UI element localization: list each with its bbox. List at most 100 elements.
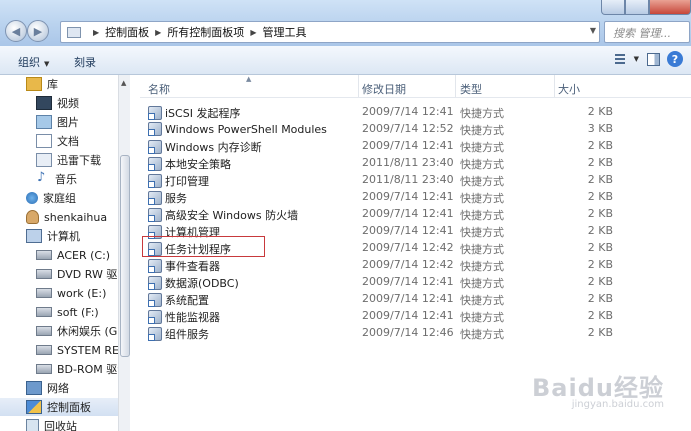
table-row[interactable]: 数据源(ODBC) 2009/7/14 12:41 快捷方式 2 KB xyxy=(140,273,685,290)
table-row[interactable]: Windows PowerShell Modules 2009/7/14 12:… xyxy=(140,120,685,137)
sidebar-scrollbar[interactable]: ▲ xyxy=(118,75,130,431)
sidebar-item-drive-c[interactable]: ACER (C:) xyxy=(0,246,118,264)
sidebar-item-pictures[interactable]: 图片 xyxy=(0,113,118,131)
user-icon xyxy=(26,210,39,224)
breadcrumb-chevron-icon[interactable]: ▶ xyxy=(250,28,256,37)
chevron-down-icon[interactable]: ▼ xyxy=(590,26,596,35)
address-bar[interactable]: ▶ 控制面板 ▶ 所有控制面板项 ▶ 管理工具 ▼ xyxy=(60,21,600,43)
sidebar-item-bd-rom[interactable]: BD-ROM 驱动 xyxy=(0,360,118,378)
column-divider[interactable] xyxy=(455,75,456,97)
network-icon xyxy=(26,381,42,395)
file-type: 快捷方式 xyxy=(460,294,504,307)
sidebar-item-recycle-bin[interactable]: 回收站 xyxy=(0,417,118,431)
forward-button[interactable]: ▶ xyxy=(27,20,49,42)
file-type: 快捷方式 xyxy=(460,328,504,341)
file-date: 2009/7/14 12:46 xyxy=(362,326,454,339)
search-input[interactable]: 搜索 管理... xyxy=(604,21,690,43)
column-header-size[interactable]: 大小 xyxy=(558,81,580,97)
file-size: 2 KB xyxy=(587,207,613,220)
sidebar-item-thunder-downloads[interactable]: 迅雷下载 xyxy=(0,151,118,169)
sidebar-item-label: 网络 xyxy=(47,382,69,395)
burn-label: 刻录 xyxy=(74,56,96,69)
bd-drive-icon xyxy=(36,364,52,374)
sidebar-item-computer[interactable]: 计算机 xyxy=(0,227,118,245)
preview-pane-icon[interactable] xyxy=(645,51,661,67)
drive-icon xyxy=(36,307,52,317)
file-size: 2 KB xyxy=(587,241,613,254)
dvd-drive-icon xyxy=(36,269,52,279)
table-row[interactable]: 服务 2009/7/14 12:41 快捷方式 2 KB xyxy=(140,188,685,205)
table-row[interactable]: 事件查看器 2009/7/14 12:42 快捷方式 2 KB xyxy=(140,256,685,273)
file-date: 2009/7/14 12:41 xyxy=(362,292,454,305)
maximize-button[interactable] xyxy=(625,0,649,15)
sidebar-item-videos[interactable]: 视频 xyxy=(0,94,118,112)
breadcrumb-chevron-icon[interactable]: ▶ xyxy=(93,28,99,37)
organize-button[interactable]: 组织 ▼ xyxy=(18,54,49,70)
file-name: Windows 内存诊断 xyxy=(165,141,262,154)
minimize-button[interactable] xyxy=(601,0,625,15)
breadcrumb-control-panel[interactable]: 控制面板 xyxy=(105,24,149,40)
watermark-brand: Baidu经验 xyxy=(532,374,664,402)
print-management-icon xyxy=(148,174,162,188)
file-size: 3 KB xyxy=(587,122,613,135)
column-header-type[interactable]: 类型 xyxy=(460,81,482,97)
chevron-down-icon[interactable]: ▼ xyxy=(634,55,639,63)
table-row[interactable]: 性能监视器 2009/7/14 12:41 快捷方式 2 KB xyxy=(140,307,685,324)
file-date: 2009/7/14 12:42 xyxy=(362,241,454,254)
help-icon[interactable]: ? xyxy=(667,51,683,67)
document-icon xyxy=(36,134,52,148)
column-divider[interactable] xyxy=(358,75,359,97)
column-header-name[interactable]: 名称 xyxy=(148,81,170,97)
sidebar-item-label: DVD RW 驱动 xyxy=(57,268,118,281)
close-button[interactable] xyxy=(649,0,691,15)
sidebar-item-control-panel[interactable]: 控制面板 xyxy=(0,398,118,416)
memory-diagnostic-icon xyxy=(148,140,162,154)
scroll-up-icon[interactable]: ▲ xyxy=(121,79,126,87)
sidebar-item-label: 控制面板 xyxy=(47,401,91,414)
file-date: 2009/7/14 12:41 xyxy=(362,105,454,118)
sidebar-item-drive-e[interactable]: work (E:) xyxy=(0,284,118,302)
file-date: 2009/7/14 12:41 xyxy=(362,190,454,203)
table-row[interactable]: 组件服务 2009/7/14 12:46 快捷方式 2 KB xyxy=(140,324,685,341)
video-icon xyxy=(36,96,52,110)
column-divider[interactable] xyxy=(554,75,555,97)
file-type: 快捷方式 xyxy=(460,141,504,154)
file-size: 2 KB xyxy=(587,309,613,322)
sidebar-item-network[interactable]: 网络 xyxy=(0,379,118,397)
column-header-date[interactable]: 修改日期 xyxy=(362,81,406,97)
breadcrumb-chevron-icon[interactable]: ▶ xyxy=(155,28,161,37)
breadcrumb-admin-tools[interactable]: 管理工具 xyxy=(262,24,306,40)
sidebar-item-dvd-drive[interactable]: DVD RW 驱动 xyxy=(0,265,118,283)
sidebar-item-homegroup[interactable]: 家庭组 xyxy=(0,189,118,207)
scrollbar-thumb[interactable] xyxy=(120,155,130,357)
table-row[interactable]: 高级安全 Windows 防火墙 2009/7/14 12:41 快捷方式 2 … xyxy=(140,205,685,222)
file-date: 2009/7/14 12:41 xyxy=(362,309,454,322)
file-date: 2009/7/14 12:41 xyxy=(362,224,454,237)
file-type: 快捷方式 xyxy=(460,192,504,205)
table-row[interactable]: 本地安全策略 2011/8/11 23:40 快捷方式 2 KB xyxy=(140,154,685,171)
sidebar-item-drive-f[interactable]: soft (F:) xyxy=(0,303,118,321)
file-name: 系统配置 xyxy=(165,294,209,307)
sidebar-item-label: soft (F:) xyxy=(57,305,99,319)
change-view-icon[interactable] xyxy=(612,51,628,67)
burn-button[interactable]: 刻录 xyxy=(74,54,96,70)
sidebar-item-system-reserved[interactable]: SYSTEM RESE xyxy=(0,341,118,359)
table-row[interactable]: Windows 内存诊断 2009/7/14 12:41 快捷方式 2 KB xyxy=(140,137,685,154)
firewall-icon xyxy=(148,208,162,222)
table-row[interactable]: 系统配置 2009/7/14 12:41 快捷方式 2 KB xyxy=(140,290,685,307)
breadcrumb-all-items[interactable]: 所有控制面板项 xyxy=(167,24,244,40)
sidebar-item-label: 库 xyxy=(47,78,58,91)
sidebar-item-drive-g[interactable]: 休闲娱乐 (G:) xyxy=(0,322,118,340)
back-button[interactable]: ◀ xyxy=(5,20,27,42)
file-name: 数据源(ODBC) xyxy=(165,277,239,290)
sidebar-item-music[interactable]: 音乐 xyxy=(0,170,118,188)
computer-icon xyxy=(26,229,42,243)
sidebar-item-documents[interactable]: 文档 xyxy=(0,132,118,150)
sidebar-item-user[interactable]: shenkaihua xyxy=(0,208,118,226)
highlight-annotation-box xyxy=(142,236,265,257)
table-row[interactable]: 打印管理 2011/8/11 23:40 快捷方式 2 KB xyxy=(140,171,685,188)
sidebar-item-library[interactable]: 库 xyxy=(0,75,118,93)
picture-icon xyxy=(36,115,52,129)
table-row[interactable]: iSCSI 发起程序 2009/7/14 12:41 快捷方式 2 KB xyxy=(140,103,685,120)
powershell-icon xyxy=(148,122,162,136)
